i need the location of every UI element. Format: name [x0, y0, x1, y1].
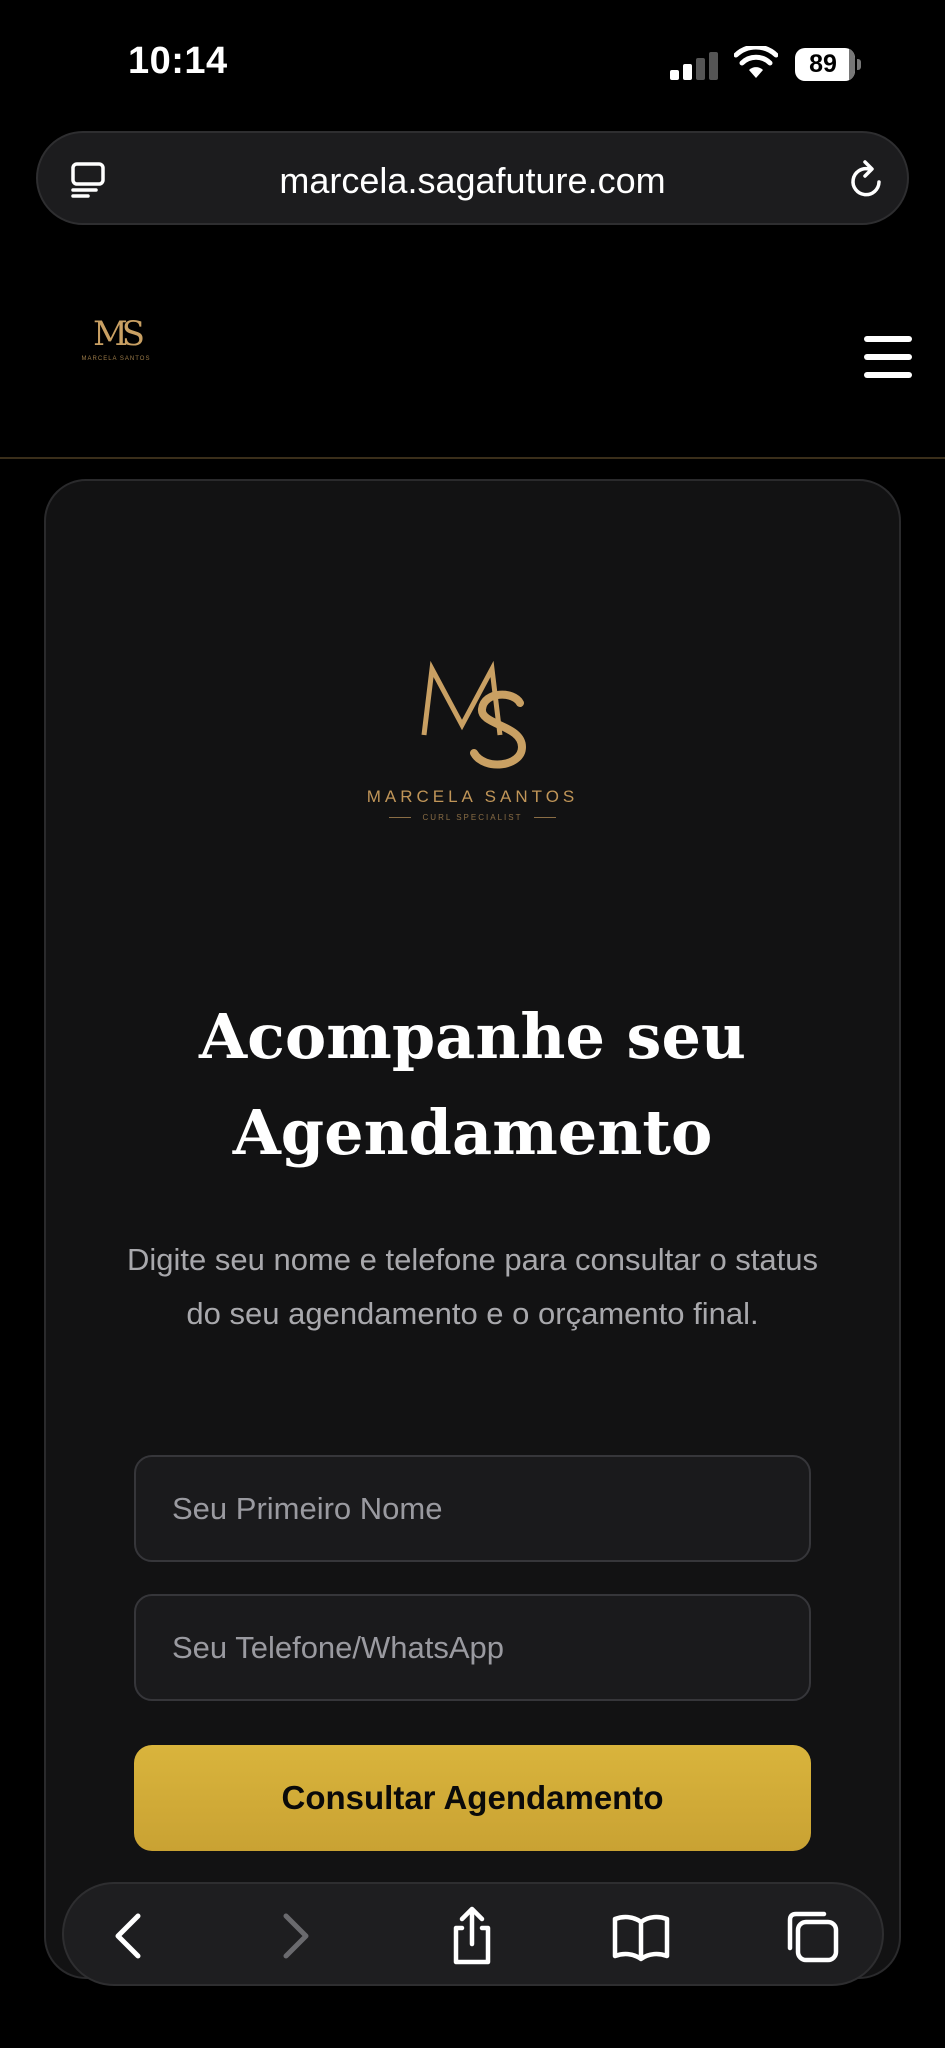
- ms-monogram-icon: [421, 661, 526, 769]
- phone-input[interactable]: [136, 1596, 809, 1699]
- bookmarks-icon[interactable]: [611, 1906, 671, 1966]
- tabs-icon[interactable]: [782, 1906, 842, 1966]
- url-text[interactable]: marcela.sagafuture.com: [38, 160, 907, 202]
- battery-icon: 89: [795, 48, 861, 81]
- wifi-icon: [734, 46, 778, 78]
- page-title-line1: Acompanhe seu: [199, 1000, 746, 1073]
- tracking-card: MARCELA SANTOS CURL SPECIALIST Acompanhe…: [44, 479, 901, 1979]
- first-name-input[interactable]: [136, 1457, 809, 1560]
- page-description: Digite seu nome e telefone para consulta…: [126, 1242, 819, 1331]
- share-icon[interactable]: [442, 1906, 502, 1966]
- phone-field[interactable]: [134, 1594, 811, 1701]
- card-brand-subtitle: CURL SPECIALIST: [46, 813, 899, 822]
- consult-appointment-button[interactable]: Consultar Agendamento: [134, 1745, 811, 1851]
- cellular-signal-icon: [670, 52, 718, 80]
- header-divider: [0, 457, 945, 459]
- logo-monogram: MS: [92, 314, 145, 354]
- card-brand-name: MARCELA SANTOS: [366, 787, 579, 806]
- forward-icon[interactable]: [264, 1906, 324, 1966]
- page: 10:14 89 marcela.sagafuture.com MS MARCE…: [0, 0, 945, 2048]
- page-title: Acompanhe seu Agendamento: [46, 989, 899, 1181]
- card-brand-subtitle-text: CURL SPECIALIST: [422, 813, 523, 822]
- status-time: 10:14: [128, 40, 228, 82]
- card-logo: MARCELA SANTOS CURL SPECIALIST: [46, 661, 899, 822]
- address-bar[interactable]: marcela.sagafuture.com: [36, 131, 909, 225]
- page-title-line2: Agendamento: [232, 1096, 713, 1169]
- battery-level: 89: [809, 50, 837, 78]
- site-logo[interactable]: MS MARCELA SANTOS: [78, 316, 154, 374]
- hamburger-menu-icon[interactable]: [864, 336, 912, 378]
- browser-toolbar: [62, 1882, 884, 1986]
- reload-icon[interactable]: [847, 158, 887, 202]
- back-icon[interactable]: [100, 1906, 160, 1966]
- logo-brand-text: MARCELA SANTOS: [81, 356, 151, 362]
- first-name-field[interactable]: [134, 1455, 811, 1562]
